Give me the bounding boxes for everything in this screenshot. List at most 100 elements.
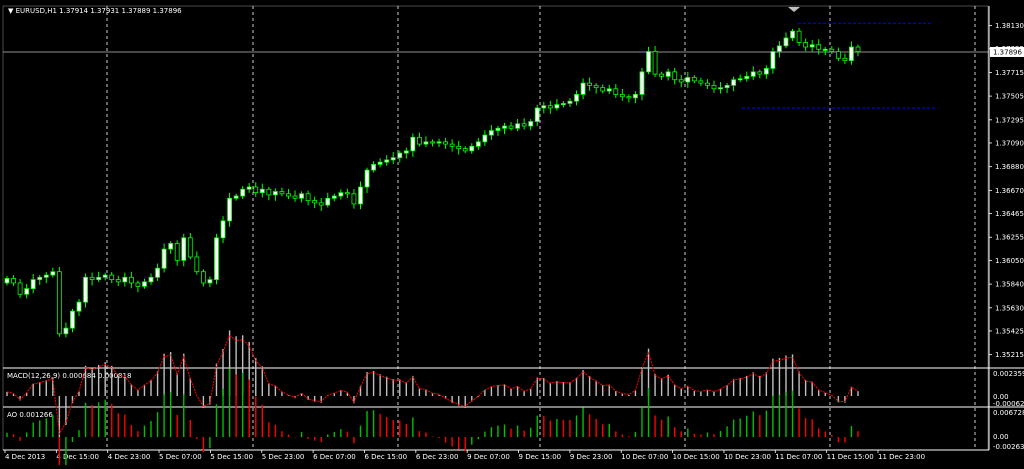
candle-body[interactable] (135, 282, 141, 287)
candle-body[interactable] (259, 188, 265, 194)
candle-body[interactable] (194, 256, 200, 273)
candle-body[interactable] (338, 192, 344, 197)
candle-body[interactable] (855, 46, 861, 52)
candle-body[interactable] (148, 276, 154, 283)
candle-body[interactable] (705, 82, 710, 86)
candle-body[interactable] (89, 276, 95, 280)
candle-body[interactable] (770, 51, 776, 69)
candle-body[interactable] (410, 136, 416, 152)
candle-body[interactable] (384, 159, 390, 163)
candle-body[interactable] (37, 276, 43, 280)
candle-body[interactable] (849, 46, 854, 61)
candle-body[interactable] (128, 276, 134, 284)
candle-body[interactable] (325, 197, 331, 206)
candle-body[interactable] (430, 141, 435, 144)
candle-body[interactable] (417, 136, 422, 145)
candle-body[interactable] (600, 87, 606, 92)
candle-body[interactable] (613, 88, 619, 95)
candle-body[interactable] (351, 193, 357, 205)
candle-body[interactable] (554, 104, 560, 109)
candle-body[interactable] (207, 279, 213, 284)
candle-body[interactable] (678, 79, 684, 83)
candle-body[interactable] (724, 84, 730, 89)
candle-body[interactable] (279, 191, 285, 195)
candle-body[interactable] (672, 71, 678, 81)
candle-body[interactable] (214, 237, 219, 280)
candle-body[interactable] (403, 150, 409, 154)
candle-body[interactable] (449, 143, 455, 147)
candle-body[interactable] (547, 105, 553, 109)
candle-body[interactable] (397, 152, 403, 159)
candle-body[interactable] (456, 145, 462, 150)
candle-body[interactable] (561, 103, 566, 106)
candle-body[interactable] (580, 82, 586, 95)
candle-body[interactable] (122, 276, 128, 283)
candle-body[interactable] (30, 279, 36, 290)
candle-body[interactable] (56, 271, 62, 335)
candle-body[interactable] (750, 71, 756, 77)
candle-body[interactable] (390, 157, 396, 161)
candle-body[interactable] (377, 161, 383, 165)
candle-body[interactable] (783, 37, 789, 47)
candle-body[interactable] (659, 73, 665, 77)
candle-body[interactable] (482, 134, 488, 143)
candle-body[interactable] (305, 193, 311, 201)
candle-body[interactable] (43, 274, 49, 278)
candle-body[interactable] (240, 188, 246, 197)
candle-body[interactable] (685, 77, 691, 83)
candle-body[interactable] (286, 193, 291, 197)
candle-body[interactable] (809, 44, 815, 48)
candle-body[interactable] (803, 42, 809, 48)
candle-body[interactable] (691, 77, 697, 82)
candle-body[interactable] (534, 107, 540, 122)
candle-body[interactable] (4, 278, 10, 284)
candle-body[interactable] (344, 192, 350, 195)
candle-body[interactable] (11, 278, 16, 284)
candle-body[interactable] (665, 71, 671, 77)
candle-body[interactable] (246, 186, 252, 190)
candle-body[interactable] (292, 195, 298, 199)
candle-body[interactable] (469, 145, 475, 152)
candle-body[interactable] (142, 281, 147, 287)
candle-body[interactable] (626, 96, 632, 99)
shift-marker-icon[interactable] (788, 7, 800, 12)
candle-body[interactable] (796, 30, 802, 43)
candle-body[interactable] (83, 276, 88, 303)
candle-body[interactable] (161, 248, 167, 269)
candle-body[interactable] (17, 282, 23, 295)
candle-body[interactable] (646, 51, 651, 73)
candle-body[interactable] (731, 79, 737, 86)
candle-body[interactable] (711, 84, 717, 90)
candle-body[interactable] (312, 200, 318, 204)
candle-body[interactable] (790, 30, 795, 39)
candle-body[interactable] (502, 125, 507, 129)
candle-body[interactable] (757, 71, 763, 75)
candle-body[interactable] (593, 84, 599, 89)
candle-body[interactable] (168, 243, 174, 250)
candle-body[interactable] (174, 243, 180, 261)
candle-body[interactable] (70, 310, 75, 329)
candle-body[interactable] (489, 130, 494, 136)
candle-body[interactable] (266, 188, 272, 196)
candle-body[interactable] (272, 191, 278, 196)
candle-body[interactable] (652, 51, 658, 75)
candle-body[interactable] (299, 193, 304, 199)
candle-body[interactable] (155, 267, 160, 278)
candle-body[interactable] (462, 148, 468, 152)
candle-body[interactable] (115, 279, 121, 283)
candle-body[interactable] (698, 80, 704, 84)
candle-body[interactable] (358, 186, 363, 205)
candle-body[interactable] (364, 169, 370, 188)
candle-body[interactable] (253, 186, 259, 194)
candle-body[interactable] (835, 51, 841, 59)
trading-chart[interactable]: 1.381301.379251.377151.375051.372951.370… (0, 0, 1024, 469)
candle-body[interactable] (619, 94, 625, 98)
candle-body[interactable] (829, 48, 835, 52)
candle-body[interactable] (528, 121, 534, 127)
candle-body[interactable] (443, 141, 448, 145)
candle-body[interactable] (633, 94, 638, 99)
candle-body[interactable] (50, 271, 56, 276)
candle-body[interactable] (371, 164, 376, 171)
candle-body[interactable] (495, 127, 501, 131)
candle-body[interactable] (718, 87, 723, 90)
